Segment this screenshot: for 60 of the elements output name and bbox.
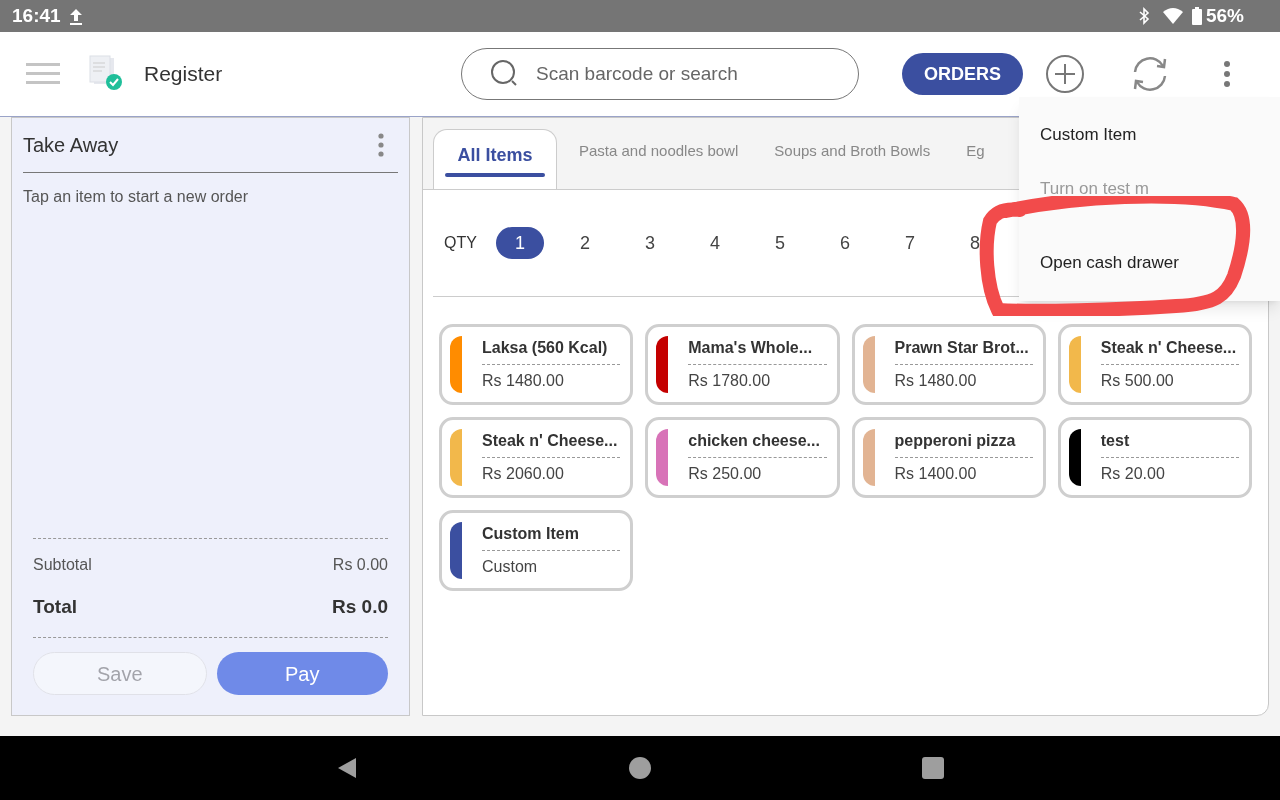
item-name: Prawn Star Brot...	[894, 336, 1033, 365]
total-value: Rs 0.0	[332, 594, 388, 619]
item-name: Mama's Whole...	[688, 336, 827, 365]
page-title: Register	[144, 61, 224, 88]
battery-icon	[1191, 7, 1202, 25]
upload-icon	[68, 7, 83, 25]
item-name: test	[1100, 429, 1239, 458]
menu-item[interactable]: Custom Item	[1019, 103, 1280, 167]
item-price: Rs 2060.00	[482, 464, 565, 484]
search-input[interactable]: Scan barcode or search	[536, 59, 830, 89]
menu-item[interactable]: Open cash drawer	[1019, 231, 1280, 295]
item-name: Custom Item	[482, 522, 621, 551]
item-price: Rs 1480.00	[894, 371, 978, 391]
item-card[interactable]: Custom Item Custom	[439, 510, 634, 591]
item-card[interactable]: Steak n' Cheese... Rs 500.00	[1057, 324, 1252, 405]
item-card[interactable]: Mama's Whole... Rs 1780.00	[645, 324, 840, 405]
item-price: Custom	[482, 557, 539, 577]
home-icon[interactable]	[628, 756, 652, 780]
subtotal-value: Rs 0.00	[332, 554, 388, 575]
total-label: Total	[33, 594, 77, 619]
clock-time: 16:41	[12, 3, 61, 28]
quantity-option[interactable]: 3	[626, 227, 674, 259]
category-tab[interactable]: All Items	[433, 129, 557, 189]
item-name: chicken cheese...	[688, 429, 827, 458]
more-icon[interactable]	[1224, 61, 1230, 87]
empty-order-hint: Tap an item to start a new order	[23, 187, 249, 207]
subtotal-label: Subtotal	[33, 554, 92, 575]
quantity-option[interactable]: 2	[561, 227, 609, 259]
item-price: Rs 500.00	[1100, 371, 1175, 391]
item-price: Rs 20.00	[1100, 464, 1166, 484]
item-card[interactable]: chicken cheese... Rs 250.00	[645, 417, 840, 498]
item-price: Rs 1400.00	[894, 464, 978, 484]
item-name: Laksa (560 Kcal)	[482, 336, 621, 365]
quantity-option[interactable]: 7	[886, 227, 934, 259]
item-name: Steak n' Cheese...	[482, 429, 621, 458]
bluetooth-icon	[1137, 7, 1150, 25]
item-price: Rs 1780.00	[688, 371, 772, 391]
item-price: Rs 1480.00	[482, 371, 565, 391]
item-card[interactable]: pepperoni pizza Rs 1400.00	[851, 417, 1046, 498]
item-name: pepperoni pizza	[894, 429, 1033, 458]
item-card[interactable]: Laksa (560 Kcal) Rs 1480.00	[439, 324, 634, 405]
wifi-icon	[1161, 7, 1184, 25]
quantity-option[interactable]: 4	[691, 227, 739, 259]
order-title: Take Away	[23, 133, 120, 158]
item-price: Rs 250.00	[688, 464, 763, 484]
add-icon[interactable]	[1045, 54, 1085, 94]
quantity-option[interactable]: 1	[496, 227, 544, 259]
orders-button[interactable]: ORDERS	[902, 53, 1023, 95]
quantity-option[interactable]: 8	[951, 227, 999, 259]
item-card[interactable]: Prawn Star Brot... Rs 1480.00	[851, 324, 1046, 405]
item-card[interactable]: Steak n' Cheese... Rs 2060.00	[439, 417, 634, 498]
quantity-option[interactable]: 5	[756, 227, 804, 259]
more-icon[interactable]	[378, 133, 384, 157]
quantity-option[interactable]: 6	[821, 227, 869, 259]
back-icon[interactable]	[336, 756, 358, 780]
item-card[interactable]: test Rs 20.00	[1057, 417, 1252, 498]
quantity-label: QTY	[444, 233, 478, 253]
battery-percentage: 56%	[1205, 3, 1244, 28]
menu-item: Turn on test m	[1039, 178, 1150, 201]
item-name: Steak n' Cheese...	[1100, 336, 1239, 365]
